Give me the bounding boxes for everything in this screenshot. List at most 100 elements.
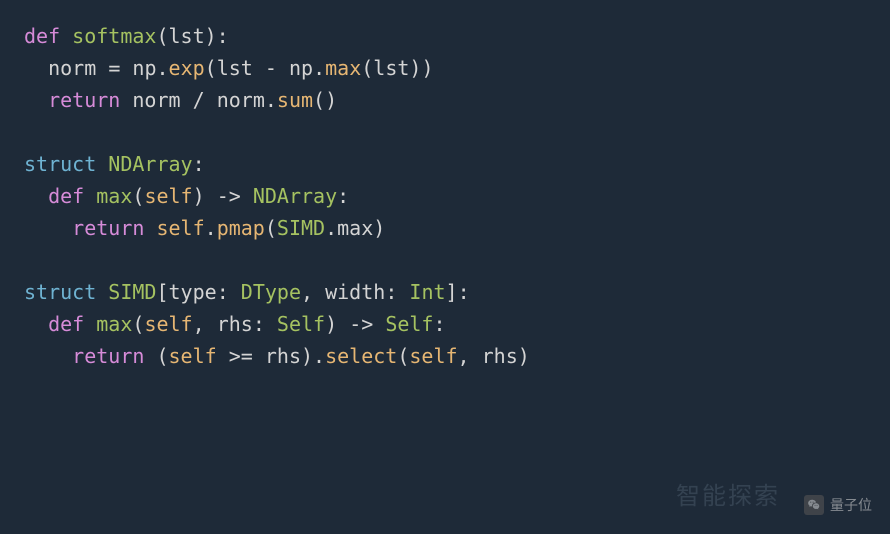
code-token: : <box>193 152 205 176</box>
code-token <box>96 152 108 176</box>
code-token: ( <box>397 344 409 368</box>
code-token: NDArray <box>108 152 192 176</box>
code-line: norm = np.exp(lst - np.max(lst)) <box>24 52 866 84</box>
code-token: rhs <box>217 312 253 336</box>
code-token: np <box>132 56 156 80</box>
code-token: def <box>48 184 84 208</box>
code-token: / <box>193 88 217 112</box>
code-token: self <box>169 344 217 368</box>
code-token: . <box>265 88 277 112</box>
code-token: ) <box>518 344 530 368</box>
code-token: () <box>313 88 337 112</box>
code-token <box>60 24 72 48</box>
code-token: DType <box>241 280 301 304</box>
code-token: lst <box>373 56 409 80</box>
code-token: . <box>313 56 325 80</box>
code-token: = <box>108 56 132 80</box>
code-token <box>96 280 108 304</box>
code-token: ) <box>193 184 217 208</box>
code-token: type <box>169 280 217 304</box>
code-token: def <box>48 312 84 336</box>
code-token: max <box>96 312 132 336</box>
watermark: 量子位 <box>804 494 872 516</box>
code-token: ( <box>205 56 217 80</box>
code-token: select <box>325 344 397 368</box>
code-token: norm <box>217 88 265 112</box>
code-token <box>84 312 96 336</box>
code-token: ) <box>325 312 349 336</box>
code-token: ( <box>156 344 168 368</box>
code-token: , <box>193 312 217 336</box>
code-token: . <box>157 56 169 80</box>
code-token: . <box>205 216 217 240</box>
code-token: SIMD <box>108 280 156 304</box>
code-token: def <box>24 24 60 48</box>
code-token: : <box>433 312 445 336</box>
code-token: norm <box>48 56 108 80</box>
code-line: struct NDArray: <box>24 148 866 180</box>
faint-watermark: 智能探索 <box>676 478 780 516</box>
code-token: -> <box>349 312 385 336</box>
code-token: : <box>217 280 241 304</box>
code-token: np <box>289 56 313 80</box>
code-token: self <box>144 184 192 208</box>
code-token: SIMD <box>277 216 325 240</box>
code-token: : <box>385 280 409 304</box>
code-token: Int <box>409 280 445 304</box>
code-line <box>24 116 866 148</box>
code-token: Self <box>385 312 433 336</box>
code-token: Self <box>277 312 325 336</box>
code-token: , <box>458 344 482 368</box>
code-block: def softmax(lst): norm = np.exp(lst - np… <box>0 0 890 392</box>
code-token: lst <box>217 56 265 80</box>
code-token: return <box>72 344 144 368</box>
code-token: self <box>409 344 457 368</box>
code-token: : <box>337 184 349 208</box>
code-token: NDArray <box>253 184 337 208</box>
code-token: sum <box>277 88 313 112</box>
code-token: norm <box>132 88 192 112</box>
code-token: rhs <box>482 344 518 368</box>
code-token: ): <box>205 24 229 48</box>
code-token: return <box>48 88 120 112</box>
code-token: - <box>265 56 289 80</box>
code-token: self <box>156 216 204 240</box>
code-token: pmap <box>217 216 265 240</box>
code-line: return (self >= rhs).select(self, rhs) <box>24 340 866 372</box>
code-token <box>120 88 132 112</box>
code-token <box>144 344 156 368</box>
code-token: max <box>325 56 361 80</box>
code-token: max <box>96 184 132 208</box>
code-token: )) <box>409 56 433 80</box>
code-token: >= <box>229 344 265 368</box>
code-token: ( <box>156 24 168 48</box>
code-token: lst <box>169 24 205 48</box>
code-token <box>144 216 156 240</box>
code-line: def max(self) -> NDArray: <box>24 180 866 212</box>
code-line: return norm / norm.sum() <box>24 84 866 116</box>
code-token: ) <box>373 216 385 240</box>
code-token: self <box>144 312 192 336</box>
code-token: rhs <box>265 344 301 368</box>
code-token <box>84 184 96 208</box>
code-token: struct <box>24 280 96 304</box>
code-token: . <box>325 216 337 240</box>
code-token: struct <box>24 152 96 176</box>
code-token: [ <box>156 280 168 304</box>
code-token: -> <box>217 184 253 208</box>
code-token: ( <box>132 312 144 336</box>
code-token: return <box>72 216 144 240</box>
code-token: ]: <box>446 280 470 304</box>
code-token: exp <box>169 56 205 80</box>
code-token: ( <box>132 184 144 208</box>
code-token: , <box>301 280 325 304</box>
wechat-icon <box>804 495 824 515</box>
code-line: return self.pmap(SIMD.max) <box>24 212 866 244</box>
code-token <box>217 344 229 368</box>
code-token: softmax <box>72 24 156 48</box>
code-token: : <box>253 312 277 336</box>
code-line: struct SIMD[type: DType, width: Int]: <box>24 276 866 308</box>
code-token: ( <box>361 56 373 80</box>
watermark-text: 量子位 <box>830 494 872 516</box>
code-token: max <box>337 216 373 240</box>
